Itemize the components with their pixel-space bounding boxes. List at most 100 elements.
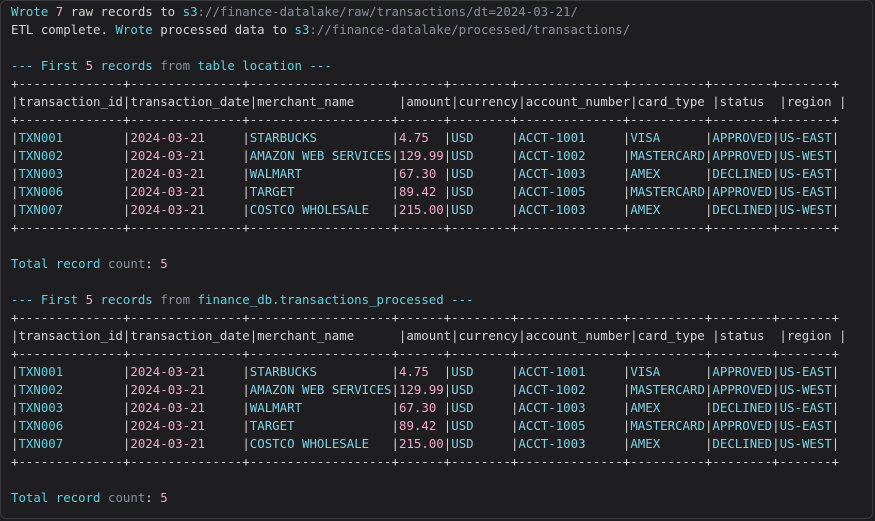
log-keyword: Wrote: [11, 4, 49, 19]
table-border-text: +--------------+---------------+--------…: [11, 112, 840, 127]
table-cell: APPROVED: [712, 148, 773, 163]
total-record-count: Total record count: 5: [11, 255, 872, 273]
table-cell: APPROVED: [712, 364, 773, 379]
table-cell: COSTCO WHOLESALE: [249, 436, 370, 451]
table-cell: TXN006: [18, 184, 64, 199]
cell-separator: |: [831, 166, 840, 181]
cell-padding: [474, 364, 511, 379]
table-cell: 2024-03-21: [130, 202, 205, 217]
cell-padding: [205, 418, 242, 433]
table-cell: MASTERCARD: [630, 184, 705, 199]
table-row: |TXN001 |2024-03-21 |STARBUCKS |4.75 |US…: [11, 363, 872, 381]
section-header-count: 5: [85, 292, 94, 307]
table-header-row: |transaction_id|transaction_date|merchan…: [11, 93, 872, 111]
table-cell: USD: [451, 166, 474, 181]
cell-padding: [63, 202, 123, 217]
table-cell: COSTCO WHOLESALE: [249, 202, 370, 217]
table-cell: US-EAST: [779, 364, 832, 379]
cell-separator: |: [772, 382, 780, 397]
table-cell: US-EAST: [779, 184, 832, 199]
table-cell: ACCT-1001: [518, 364, 586, 379]
total-count-keyword: count: [107, 256, 146, 271]
section-header: --- First 5 records from finance_db.tran…: [11, 291, 872, 309]
cell-padding: [586, 148, 623, 163]
table-cell: ACCT-1003: [518, 166, 586, 181]
table-cell: 215.00: [399, 202, 444, 217]
table-cell: US-WEST: [779, 148, 832, 163]
table-cell: USD: [451, 148, 474, 163]
table-cell: TXN002: [18, 382, 64, 397]
table-row: |TXN003 |2024-03-21 |WALMART |67.30 |USD…: [11, 399, 872, 417]
total-count-keyword: count: [107, 490, 146, 505]
cell-separator: |: [831, 184, 840, 199]
table-cell: USD: [451, 130, 474, 145]
section-header-from: from: [160, 292, 191, 307]
cell-padding: [474, 130, 511, 145]
log-line-etl-complete: ETL complete. Wrote processed data to s3…: [11, 21, 872, 39]
cell-padding: [429, 364, 444, 379]
cell-separator: |: [391, 148, 399, 163]
table-row: |TXN003 |2024-03-21 |WALMART |67.30 |USD…: [11, 165, 872, 183]
total-separator: :: [145, 256, 161, 271]
table-cell: US-WEST: [779, 202, 832, 217]
table-cell: DECLINED: [712, 436, 773, 451]
log-keyword: Wrote: [115, 22, 153, 37]
cell-separator: |: [242, 148, 250, 163]
cell-padding: [63, 130, 123, 145]
cell-padding: [474, 400, 511, 415]
table-cell: STARBUCKS: [249, 364, 317, 379]
cell-separator: |: [391, 400, 399, 415]
cell-padding: [586, 202, 623, 217]
table-cell: USD: [451, 382, 474, 397]
cell-padding: [205, 166, 242, 181]
cell-separator: |: [242, 130, 250, 145]
table-border-text: +--------------+---------------+--------…: [11, 346, 840, 361]
table-row: |TXN006 |2024-03-21 |TARGET |89.42 |USD …: [11, 183, 872, 201]
table-cell: TXN003: [18, 400, 64, 415]
table-cell: 129.99: [399, 382, 444, 397]
cell-separator: |: [831, 148, 840, 163]
cell-padding: [474, 166, 511, 181]
cell-padding: [63, 166, 123, 181]
cell-padding: [660, 166, 705, 181]
table-cell: 2024-03-21: [130, 148, 205, 163]
total-label: Total record: [11, 256, 108, 271]
total-value: 5: [160, 256, 168, 271]
table-header-text: |transaction_id|transaction_date|merchan…: [11, 328, 847, 343]
table-cell: AMEX: [630, 400, 661, 415]
table-cell: US-WEST: [779, 436, 832, 451]
cell-separator: |: [391, 130, 399, 145]
section-header: --- First 5 records from table location …: [11, 57, 872, 75]
table-row: |TXN007 |2024-03-21 |COSTCO WHOLESALE |2…: [11, 435, 872, 453]
cell-padding: [205, 400, 242, 415]
cell-padding: [429, 130, 444, 145]
cell-padding: [586, 130, 623, 145]
table-cell: TXN001: [18, 130, 64, 145]
table-cell: 129.99: [399, 148, 444, 163]
table-cell: ACCT-1003: [518, 436, 586, 451]
cell-padding: [474, 202, 511, 217]
table-cell: 67.30: [399, 166, 437, 181]
table-cell: 67.30: [399, 400, 437, 415]
cell-padding: [63, 382, 123, 397]
cell-padding: [205, 364, 242, 379]
cell-padding: [436, 400, 443, 415]
cell-separator: |: [772, 130, 780, 145]
table-row: |TXN001 |2024-03-21 |STARBUCKS |4.75 |US…: [11, 129, 872, 147]
table-cell: US-EAST: [779, 166, 832, 181]
table-cell: 4.75: [399, 130, 429, 145]
table-cell: TXN007: [18, 436, 64, 451]
terminal-output[interactable]: Wrote 7 raw records to s3://finance-data…: [0, 0, 873, 519]
cell-separator: |: [772, 418, 780, 433]
cell-padding: [317, 364, 392, 379]
cell-padding: [63, 364, 123, 379]
table-cell: USD: [451, 202, 474, 217]
table-cell: 2024-03-21: [130, 184, 205, 199]
table-cell: MASTERCARD: [630, 382, 705, 397]
cell-padding: [436, 418, 443, 433]
cell-separator: |: [772, 400, 780, 415]
cell-separator: |: [391, 418, 399, 433]
cell-padding: [436, 166, 443, 181]
